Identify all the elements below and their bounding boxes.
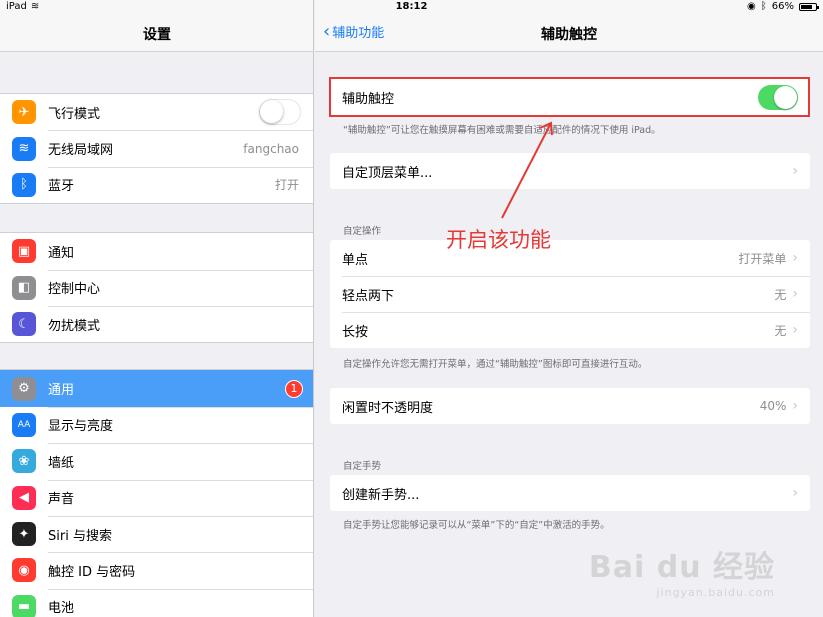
baidu-watermark: Bai du 经验 jingyan.baidu.com (589, 542, 775, 599)
battery-status-icon (799, 3, 819, 11)
battery-percent: 66% (771, 1, 794, 12)
annotation-arrow (501, 121, 553, 219)
watermark-sub: jingyan.baidu.com (656, 586, 775, 599)
watermark-main: Bai du 经验 (588, 550, 775, 585)
arrow-line (501, 122, 552, 219)
status-bar: iPad ≋ 18:12 ◉ ᛒ 66% (0, 0, 823, 14)
annotation-text: 开启该功能 (446, 228, 551, 252)
status-right: ◉ ᛒ 66% (747, 0, 819, 14)
lock-rotation-icon: ◉ (747, 1, 756, 12)
bluetooth-status-icon: ᛒ (760, 1, 767, 12)
status-time: 18:12 (395, 1, 428, 12)
